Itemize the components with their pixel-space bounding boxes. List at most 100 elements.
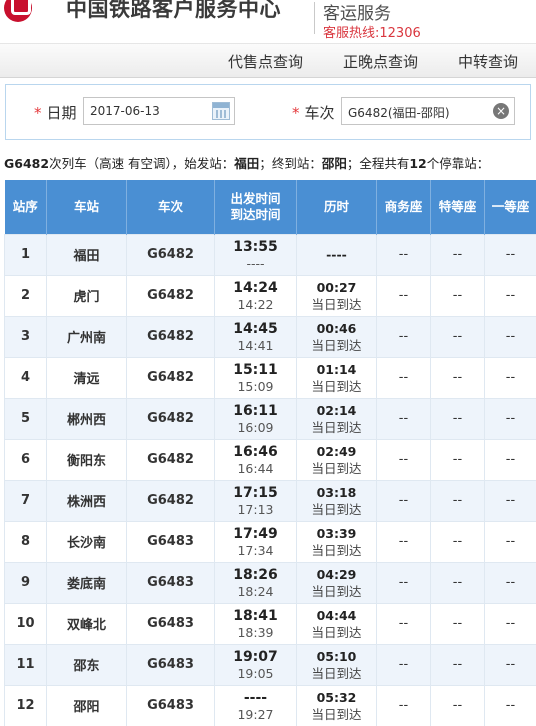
cell-station: 双峰北 [46,602,127,645]
cell-first: -- [484,397,536,440]
departure-time: 15:11 [233,361,278,378]
table-row: 5 郴州西 G6482 16:11 16:09 02:14 当日到达 -- -- -- [4,397,536,440]
cell-no: 8 [4,520,47,563]
cell-special: -- [430,315,485,358]
arrival-time: ---- [246,255,265,271]
calendar-icon[interactable] [212,102,230,120]
clear-icon[interactable]: × [493,103,509,119]
railway-logo-icon[interactable] [4,0,32,22]
cell-business: -- [376,520,431,563]
brand-title: 中国铁路客户服务中心 [66,0,281,21]
col-header-business: 商务座 [376,180,431,234]
cell-first: -- [484,643,536,686]
arrival-note: 当日到达 [311,665,362,681]
duration-value: 02:14 [316,402,357,418]
arrival-time: 17:13 [237,501,274,517]
cell-train: G6483 [126,684,215,726]
arrival-time: 15:09 [237,378,274,394]
cell-business: -- [376,438,431,481]
cell-duration: 04:44 当日到达 [296,602,377,645]
departure-time: 14:45 [233,320,278,337]
top-nav: 代售点查询 正晚点查询 中转查询 [0,44,536,78]
cell-first: -- [484,356,536,399]
table-row: 3 广州南 G6482 14:45 14:41 00:46 当日到达 -- -- -- [4,315,536,358]
col-header-special: 特等座 [430,180,485,234]
nav-delay-query[interactable]: 正晚点查询 [343,51,418,72]
nav-agency-query[interactable]: 代售点查询 [228,51,303,72]
departure-time: 13:55 [233,238,278,255]
cell-special: -- [430,643,485,686]
duration-value: 01:14 [316,361,357,377]
arrival-note: 当日到达 [311,583,362,599]
nav-transfer-query[interactable]: 中转查询 [458,51,518,72]
departure-time: 14:24 [233,279,278,296]
arrival-time: 19:27 [237,706,274,722]
table-row: 8 长沙南 G6483 17:49 17:34 03:39 当日到达 -- -- -- [4,520,536,563]
required-mark: * [292,104,300,122]
cell-business: -- [376,315,431,358]
arrival-time: 18:39 [237,624,274,640]
cell-time: 13:55 ---- [214,233,297,276]
duration-value: 00:46 [316,320,357,336]
cell-business: -- [376,397,431,440]
cell-first: -- [484,315,536,358]
cell-business: -- [376,274,431,317]
stop-table: 站序 车站 车次 出发时间 到达时间 历时 商务座 特等座 一等座 1 福田 G648… [4,180,536,726]
cell-business: -- [376,561,431,604]
header-divider [314,2,315,34]
cell-duration: 00:46 当日到达 [296,315,377,358]
cell-special: -- [430,397,485,440]
train-summary: G6482次列车（高速 有空调），始发站：福田；终到站：邵阳；全程共有12个停靠… [4,156,490,171]
cell-no: 9 [4,561,47,604]
departure-time: ---- [243,689,268,706]
table-row: 9 娄底南 G6483 18:26 18:24 04:29 当日到达 -- -- -- [4,561,536,604]
arrival-time: 16:09 [237,419,274,435]
cell-train: G6482 [126,479,215,522]
cell-business: -- [376,479,431,522]
duration-value: 04:44 [316,607,357,623]
query-panel: * 日期 2017-06-13 * 车次 G6482(福田-邵阳) × [5,84,531,140]
cell-time: 17:15 17:13 [214,479,297,522]
cell-first: -- [484,602,536,645]
table-row: 1 福田 G6482 13:55 ---- ---- -- -- -- [4,233,536,276]
arrival-note: 当日到达 [311,337,362,353]
cell-station: 长沙南 [46,520,127,563]
col-header-train: 车次 [126,180,215,234]
cell-special: -- [430,356,485,399]
cell-train: G6482 [126,274,215,317]
duration-value: 02:49 [316,443,357,459]
cell-business: -- [376,602,431,645]
cell-duration: 03:39 当日到达 [296,520,377,563]
arrival-note: 当日到达 [311,460,362,476]
cell-station: 虎门 [46,274,127,317]
arrival-note: 当日到达 [311,706,362,722]
train-input[interactable]: G6482(福田-邵阳) × [341,97,515,125]
cell-no: 4 [4,356,47,399]
date-input[interactable]: 2017-06-13 [83,97,235,125]
arrival-time: 18:24 [237,583,274,599]
cell-first: -- [484,274,536,317]
cell-time: 15:11 15:09 [214,356,297,399]
duration-value: 05:32 [316,689,357,705]
departure-time: 16:46 [233,443,278,460]
cell-duration: 01:14 当日到达 [296,356,377,399]
cell-business: -- [376,684,431,726]
col-header-no: 站序 [4,180,47,234]
arrival-time: 14:22 [237,296,274,312]
departure-time: 17:15 [233,484,278,501]
cell-first: -- [484,438,536,481]
arrival-time: 17:34 [237,542,274,558]
cell-train: G6483 [126,520,215,563]
cell-no: 6 [4,438,47,481]
cell-first: -- [484,479,536,522]
cell-time: 14:45 14:41 [214,315,297,358]
arrival-note: 当日到达 [311,378,362,394]
arrival-note: 当日到达 [311,624,362,640]
cell-no: 2 [4,274,47,317]
cell-special: -- [430,561,485,604]
departure-time: 18:26 [233,566,278,583]
cell-no: 12 [4,684,47,726]
cell-business: -- [376,643,431,686]
table-row: 6 衡阳东 G6482 16:46 16:44 02:49 当日到达 -- -- -- [4,438,536,481]
cell-time: 19:07 19:05 [214,643,297,686]
